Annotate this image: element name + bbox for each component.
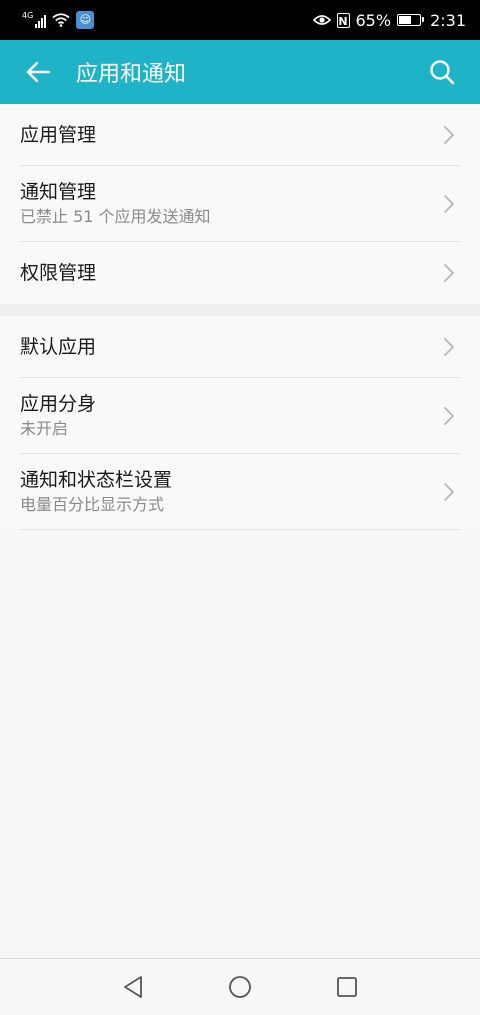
chevron-right-icon — [444, 337, 454, 356]
permission-management-title: 权限管理 — [20, 262, 97, 284]
app-bar: 应用和通知 — [0, 40, 480, 104]
row-text: 应用管理 — [20, 122, 442, 148]
status-time: 2:31 — [430, 10, 466, 30]
notification-status-bar-item[interactable]: 通知和状态栏设置 电量百分比显示方式 — [20, 454, 460, 530]
signal-icon: 4G — [22, 11, 47, 28]
chevron-right-icon — [444, 406, 454, 425]
app-management-item[interactable]: 应用管理 — [20, 104, 460, 166]
group-divider — [0, 304, 480, 316]
navigation-bar — [0, 958, 480, 1015]
app-twin-item[interactable]: 应用分身 未开启 — [20, 378, 460, 454]
nav-home-icon — [229, 976, 251, 998]
nav-recents-icon — [336, 977, 357, 997]
search-icon — [430, 60, 455, 85]
settings-group-apps: 应用管理 通知管理 已禁止 51 个应用发送通知 权限管理 — [0, 104, 480, 304]
wifi-icon — [52, 13, 70, 27]
notification-status-bar-title: 通知和状态栏设置 — [20, 469, 173, 491]
row-text: 应用分身 未开启 — [20, 391, 442, 440]
status-right: N 65% 2:31 — [312, 10, 466, 30]
nav-back-button[interactable] — [113, 967, 153, 1007]
notification-management-subtitle: 已禁止 51 个应用发送通知 — [20, 207, 211, 226]
settings-list: 应用管理 通知管理 已禁止 51 个应用发送通知 权限管理 默认应用 应用分身 … — [0, 104, 480, 530]
default-apps-item[interactable]: 默认应用 — [20, 316, 460, 378]
nav-back-icon — [124, 976, 143, 998]
nfc-icon: N — [336, 12, 350, 28]
nav-home-button[interactable] — [220, 967, 260, 1007]
row-text: 权限管理 — [20, 260, 442, 286]
app-twin-title: 应用分身 — [20, 393, 97, 415]
eye-comfort-icon — [312, 15, 331, 25]
notification-management-title: 通知管理 — [20, 181, 97, 203]
notification-status-bar-subtitle: 电量百分比显示方式 — [20, 495, 165, 514]
row-text: 通知管理 已禁止 51 个应用发送通知 — [20, 179, 442, 228]
permission-management-item[interactable]: 权限管理 — [20, 242, 460, 304]
notification-management-item[interactable]: 通知管理 已禁止 51 个应用发送通知 — [20, 166, 460, 242]
app-notification-icon: ☺ — [76, 11, 95, 29]
battery-percent: 65% — [355, 10, 392, 30]
default-apps-title: 默认应用 — [20, 335, 97, 358]
page-title: 应用和通知 — [76, 62, 187, 87]
chevron-right-icon — [444, 125, 454, 144]
battery-fill — [399, 16, 412, 24]
row-text: 通知和状态栏设置 电量百分比显示方式 — [20, 467, 442, 516]
search-button[interactable] — [424, 54, 460, 90]
chevron-right-icon — [444, 264, 454, 282]
chevron-right-icon — [444, 482, 454, 501]
network-type: 4G — [22, 11, 34, 20]
settings-group-defaults: 默认应用 应用分身 未开启 通知和状态栏设置 电量百分比显示方式 — [0, 316, 480, 530]
status-bar: 4G ☺ N 65% 2:31 — [0, 0, 480, 40]
battery-icon — [397, 14, 425, 26]
back-button[interactable] — [20, 54, 56, 90]
app-twin-subtitle: 未开启 — [20, 419, 69, 438]
back-arrow-icon — [26, 61, 51, 83]
row-text: 默认应用 — [20, 334, 442, 360]
nav-recents-button[interactable] — [327, 967, 367, 1007]
chevron-right-icon — [444, 194, 454, 213]
status-left: 4G ☺ — [22, 11, 95, 29]
app-management-title: 应用管理 — [20, 123, 97, 146]
